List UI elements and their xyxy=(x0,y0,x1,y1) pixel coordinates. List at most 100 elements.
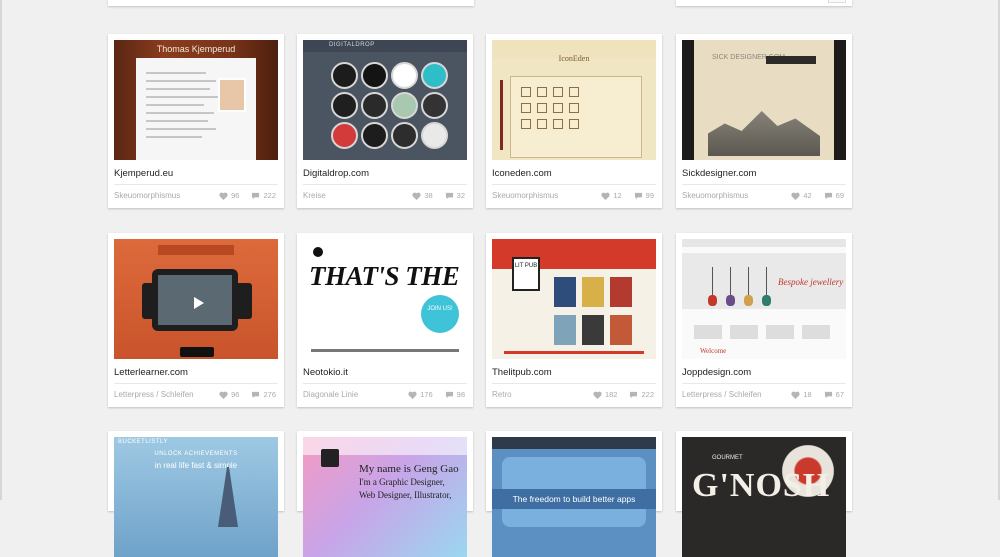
like-count: 176 xyxy=(420,390,433,399)
card-divider xyxy=(303,383,467,384)
heart-icon[interactable] xyxy=(219,391,228,399)
gallery-card[interactable]: Letterlearner.com Letterpress / Schleife… xyxy=(108,233,284,407)
comment-count: 276 xyxy=(263,390,276,399)
card-title[interactable]: Kjemperud.eu xyxy=(114,168,173,179)
thumbnail-label: BUCKETLISTLY xyxy=(118,439,168,445)
card-category[interactable]: Letterpress / Schleifen xyxy=(114,390,194,399)
thumbnail-subtext: in real life fast & simple xyxy=(154,461,238,470)
comment-icon[interactable] xyxy=(445,391,454,399)
like-count: 18 xyxy=(803,390,812,399)
thumbnail-headline: My name is Geng Gao I'm a Graphic Design… xyxy=(359,463,459,500)
comment-count: 222 xyxy=(263,191,276,200)
card-divider xyxy=(682,383,846,384)
gallery-card[interactable]: My name is Geng Gao I'm a Graphic Design… xyxy=(297,431,473,557)
card-title[interactable]: Digitaldrop.com xyxy=(303,168,369,179)
comment-count: 32 xyxy=(456,191,465,200)
previous-row-card[interactable] xyxy=(676,0,852,6)
comment-icon[interactable] xyxy=(634,192,643,200)
card-title[interactable]: Neotokio.it xyxy=(303,367,348,378)
gallery-card[interactable]: LIT PUB Thelitpub.com Retro 182 222 xyxy=(486,233,662,407)
heart-icon[interactable] xyxy=(219,192,228,200)
thumbnail[interactable]: SICK DESIGNER.COM xyxy=(682,40,846,160)
thumbnail[interactable]: LIT PUB xyxy=(492,239,656,359)
card-category[interactable]: Diagonale Linie xyxy=(303,390,358,399)
card-title[interactable]: Letterlearner.com xyxy=(114,367,188,378)
heart-icon[interactable] xyxy=(593,391,602,399)
thumbnail[interactable]: GOURMET G'NOSH xyxy=(682,437,846,557)
thumbnail[interactable]: My name is Geng Gao I'm a Graphic Design… xyxy=(303,437,467,557)
card-category[interactable]: Skeuomorphismus xyxy=(682,191,748,200)
card-category[interactable]: Retro xyxy=(492,390,512,399)
heart-icon[interactable] xyxy=(791,391,800,399)
like-count: 38 xyxy=(424,191,433,200)
comment-icon[interactable] xyxy=(629,391,638,399)
card-divider xyxy=(114,184,278,185)
previous-row-card[interactable] xyxy=(108,0,474,6)
page-frame-left xyxy=(0,0,2,500)
card-title[interactable]: Iconeden.com xyxy=(492,168,552,179)
thumbnail[interactable]: The freedom to build better apps xyxy=(492,437,656,557)
app-store-badge xyxy=(180,347,214,357)
thumbnail[interactable] xyxy=(114,239,278,359)
comment-icon[interactable] xyxy=(251,391,260,399)
heart-icon[interactable] xyxy=(412,192,421,200)
comment-icon[interactable] xyxy=(824,192,833,200)
thumbnail[interactable]: DIGITALDROP xyxy=(303,40,467,160)
card-stats: 176 98 xyxy=(408,390,465,399)
like-count: 182 xyxy=(604,390,618,399)
gallery-card[interactable]: GOURMET G'NOSH xyxy=(676,431,852,557)
thumbnail-paper xyxy=(136,58,256,160)
card-divider xyxy=(682,184,846,185)
thumbnail-headline: UNLOCK ACHIEVEMENTS xyxy=(154,451,238,457)
thumbnail[interactable]: BUCKETLISTLY UNLOCK ACHIEVEMENTS in real… xyxy=(114,437,278,557)
card-category[interactable]: Skeuomorphismus xyxy=(114,191,180,200)
thumbnail-subtext: GOURMET xyxy=(712,455,743,461)
like-count: 96 xyxy=(231,390,240,399)
thumbnail[interactable]: THAT'S THE WAY LIKE IT! JOIN US! xyxy=(303,239,467,359)
card-title[interactable]: Joppdesign.com xyxy=(682,367,751,378)
card-title[interactable]: Thelitpub.com xyxy=(492,367,552,378)
thumbnail-headline: THAT'S THE WAY LIKE IT! xyxy=(309,261,467,291)
thumbnail-headline: G'NOSH xyxy=(692,467,831,504)
heart-icon[interactable] xyxy=(601,192,610,200)
thumbnail[interactable]: Bespoke jewellery Welcome xyxy=(682,239,846,359)
card-divider xyxy=(492,184,656,185)
gallery-card[interactable]: SICK DESIGNER.COM Sickdesigner.com Skeuo… xyxy=(676,34,852,208)
join-badge: JOIN US! xyxy=(421,295,459,333)
comment-icon[interactable] xyxy=(824,391,833,399)
like-count: 12 xyxy=(613,191,622,200)
card-stats: 12 99 xyxy=(601,191,654,200)
gallery-card[interactable]: Thomas Kjemperud Kjemperud.eu Skeuomorph… xyxy=(108,34,284,208)
card-divider xyxy=(114,383,278,384)
scroll-handle[interactable] xyxy=(828,0,846,3)
gallery-card[interactable]: The freedom to build better apps xyxy=(486,431,662,557)
heart-icon[interactable] xyxy=(791,192,800,200)
card-title[interactable]: Sickdesigner.com xyxy=(682,168,756,179)
gallery-card[interactable]: BUCKETLISTLY UNLOCK ACHIEVEMENTS in real… xyxy=(108,431,284,557)
card-category[interactable]: Kreise xyxy=(303,191,326,200)
profile-photo xyxy=(218,78,246,112)
comment-count: 98 xyxy=(456,390,465,399)
thumbnail-headline: The freedom to build better apps xyxy=(492,489,656,509)
card-stats: 96 222 xyxy=(219,191,276,200)
gallery-card[interactable]: DIGITALDROP Digitaldrop.com Kreise 38 32 xyxy=(297,34,473,208)
card-stats: 96 276 xyxy=(219,390,276,399)
gallery-card[interactable]: IconEden Iconeden.com Skeuomorphismus 12… xyxy=(486,34,662,208)
thumbnail-logo xyxy=(321,449,339,467)
thumbnail-headline: Bespoke jewellery xyxy=(778,277,844,287)
comment-count: 99 xyxy=(645,191,654,200)
thumbnail[interactable]: Thomas Kjemperud xyxy=(114,40,278,160)
card-category[interactable]: Letterpress / Schleifen xyxy=(682,390,762,399)
card-category[interactable]: Skeuomorphismus xyxy=(492,191,558,200)
thumbnail-logo: DIGITALDROP xyxy=(329,42,375,48)
thumbnail[interactable]: IconEden xyxy=(492,40,656,160)
thumbnail-logo: LIT PUB xyxy=(512,257,540,291)
gallery-card[interactable]: THAT'S THE WAY LIKE IT! JOIN US! Neotoki… xyxy=(297,233,473,407)
heart-icon[interactable] xyxy=(408,391,417,399)
like-count: 96 xyxy=(231,191,240,200)
thumbnail-logo: IconEden xyxy=(558,54,590,63)
comment-icon[interactable] xyxy=(251,192,260,200)
gallery-card[interactable]: Bespoke jewellery Welcome Joppdesign.com… xyxy=(676,233,852,407)
thumbnail-heading: Thomas Kjemperud xyxy=(156,44,236,54)
comment-icon[interactable] xyxy=(445,192,454,200)
